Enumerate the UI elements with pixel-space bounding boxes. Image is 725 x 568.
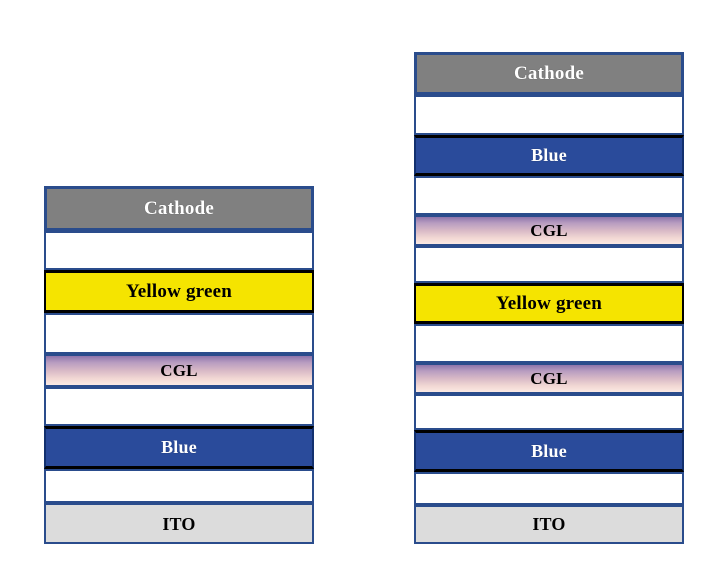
layer-cgl: CGL: [414, 215, 684, 247]
layer-label: ITO: [532, 514, 566, 535]
layer-label: CGL: [160, 360, 198, 380]
layer-cgl: CGL: [414, 363, 684, 395]
figure-canvas: Cathode Yellow green CGL Blue ITO Cathode Blu…: [0, 0, 725, 568]
layer-label: Yellow green: [125, 281, 232, 303]
layer-label: Blue: [531, 145, 567, 166]
transport-layer: [44, 386, 314, 426]
layer-label: Cathode: [143, 197, 214, 219]
layer-ito: ITO: [414, 504, 684, 544]
layer-blue: Blue: [414, 430, 684, 472]
layer-blue: Blue: [44, 425, 314, 469]
transport-layer: [414, 323, 684, 364]
transport-layer: [44, 313, 314, 355]
transport-layer: [44, 468, 314, 503]
layer-cgl: CGL: [44, 354, 314, 387]
transport-layer: [414, 176, 684, 216]
transport-layer: [414, 246, 684, 283]
device-stack-left: Cathode Yellow green CGL Blue ITO: [44, 186, 314, 545]
layer-yellow: Yellow green: [44, 270, 314, 314]
layer-ito: ITO: [44, 502, 314, 545]
layer-label: CGL: [530, 221, 568, 241]
layer-blue: Blue: [414, 134, 684, 176]
layer-cathode: Cathode: [44, 186, 314, 231]
layer-label: Cathode: [513, 63, 584, 85]
device-stack-right: Cathode Blue CGL Yellow green CGL Blue ITO: [414, 52, 684, 544]
layer-yellow: Yellow green: [414, 282, 684, 324]
layer-label: Yellow green: [495, 292, 602, 314]
transport-layer: [414, 471, 684, 505]
layer-label: Blue: [161, 437, 197, 458]
layer-label: ITO: [162, 513, 196, 534]
transport-layer: [414, 95, 684, 135]
layer-label: Blue: [531, 441, 567, 462]
transport-layer: [414, 394, 684, 431]
layer-label: CGL: [530, 369, 568, 389]
transport-layer: [44, 230, 314, 271]
layer-cathode: Cathode: [414, 52, 684, 96]
